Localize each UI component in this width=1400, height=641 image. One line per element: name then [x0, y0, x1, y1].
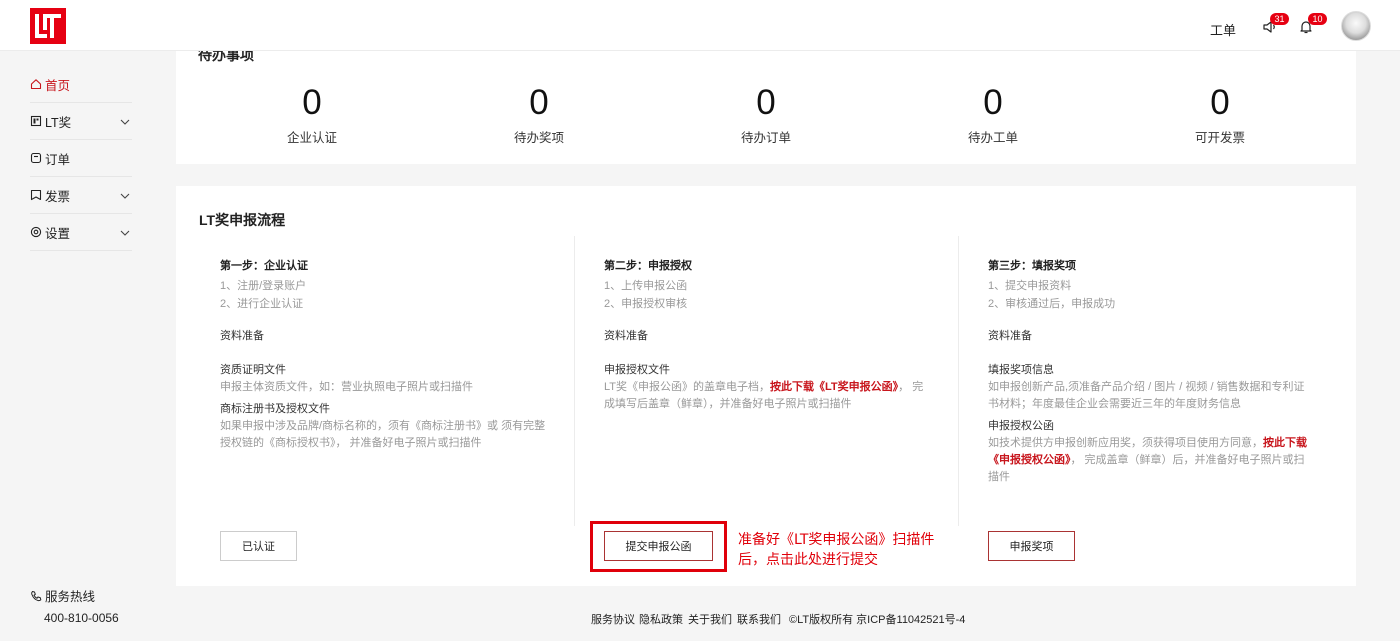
- step-line: 1、注册/登录账户: [220, 280, 307, 292]
- stat-label: 待办订单: [740, 131, 791, 145]
- doc-desc: 如申报创新产品,须准备产品介绍 / 图片 / 视频 / 销售数据和专利证书材料；…: [988, 381, 1305, 410]
- stat-value: 0: [1210, 83, 1230, 122]
- prep-heading: 资料准备: [220, 330, 264, 342]
- doc-desc: LT奖《申报公函》的盖章电子档，按此下载《LT奖申报公函》， 完成填写后盖章（鲜…: [604, 379, 926, 413]
- column-divider: [574, 236, 575, 526]
- certified-button[interactable]: 已认证: [220, 531, 297, 561]
- stat-value: 0: [983, 83, 1003, 122]
- annotation-line: 准备好《LT奖申报公函》扫描件: [738, 532, 935, 548]
- step-title: 第一步：企业认证: [220, 260, 308, 272]
- annotation-text: 准备好《LT奖申报公函》扫描件 后，点击此处进行提交: [738, 530, 958, 570]
- chevron-down-icon: [120, 230, 130, 236]
- notification-badge: 10: [1308, 13, 1327, 25]
- award-process-panel: LT奖申报流程 第一步：企业认证 1、注册/登录账户 2、进行企业认证 资料准备…: [176, 186, 1356, 586]
- sidebar-item-label: 订单: [45, 152, 71, 167]
- doc-desc-text: 如技术提供方申报创新应用奖，须获得项目使用方同意，: [988, 437, 1263, 449]
- doc-title: 申报授权文件: [604, 364, 670, 376]
- hotline-label-text: 服务热线: [45, 590, 96, 604]
- stat-invoices-available[interactable]: 0 可开发票: [1140, 84, 1300, 146]
- step-title: 第二步：申报授权: [604, 260, 692, 272]
- sidebar-item-label: 设置: [45, 226, 71, 241]
- announcement-badge: 31: [1270, 13, 1289, 25]
- stat-value: 0: [302, 83, 322, 122]
- stat-label: 待办工单: [967, 131, 1018, 145]
- sidebar-item-invoice[interactable]: 发票: [30, 177, 132, 214]
- sidebar-item-orders[interactable]: 订单: [30, 140, 132, 177]
- doc-title: 商标注册书及授权文件: [220, 403, 330, 415]
- highlight-box: [590, 521, 727, 572]
- stat-pending-orders[interactable]: 0 待办订单: [686, 84, 846, 146]
- sidebar-item-home[interactable]: 首页: [30, 66, 132, 103]
- chevron-down-icon: [120, 119, 130, 125]
- doc-title: 资质证明文件: [220, 364, 286, 376]
- doc-title: 申报授权公函: [988, 420, 1054, 432]
- lt-logo-icon: [35, 14, 61, 38]
- sidebar-item-label: 发票: [45, 189, 71, 204]
- apply-award-button[interactable]: 申报奖项: [988, 531, 1075, 561]
- hotline-number: 400-810-0056: [44, 611, 119, 625]
- prep-heading: 资料准备: [604, 330, 648, 342]
- step-2-column: 第二步：申报授权 1、上传申报公函 2、申报授权审核 资料准备 申报授权文件 L…: [604, 257, 926, 413]
- footer-link-contact[interactable]: 联系我们: [737, 611, 781, 627]
- stat-label: 待办奖项: [513, 131, 564, 145]
- step-3-column: 第三步：填报奖项 1、提交申报资料 2、审核通过后，申报成功 资料准备 填报奖项…: [988, 257, 1312, 486]
- step-line: 1、提交申报资料: [988, 280, 1072, 292]
- step-line: 2、申报授权审核: [604, 298, 688, 310]
- step-line: 2、审核通过后，申报成功: [988, 298, 1116, 310]
- sidebar-item-label: LT奖: [45, 115, 72, 130]
- sidebar-item-label: 首页: [45, 78, 71, 93]
- home-icon: [30, 79, 42, 90]
- download-letter-link[interactable]: 按此下载《LT奖申报公函》: [770, 381, 898, 393]
- process-title: LT奖申报流程: [199, 212, 286, 228]
- footer-link-about[interactable]: 关于我们: [688, 611, 732, 627]
- doc-desc: 如果申报中涉及品牌/商标名称的，须有《商标注册书》或 须有完整授权链的《商标授权…: [220, 420, 546, 449]
- column-divider: [958, 236, 959, 526]
- todo-panel: 待办事项 0 企业认证 0 待办奖项 0 待办订单 0 待办工单 0 可开发票: [176, 51, 1356, 164]
- step-line: 1、上传申报公函: [604, 280, 688, 292]
- stat-pending-awards[interactable]: 0 待办奖项: [459, 84, 619, 146]
- stat-label: 企业认证: [286, 131, 337, 145]
- doc-desc-text: LT奖《申报公函》的盖章电子档，: [604, 381, 771, 393]
- lt-logo[interactable]: [30, 8, 66, 44]
- footer-link-privacy[interactable]: 隐私政策: [639, 611, 683, 627]
- footer-link-terms[interactable]: 服务协议: [591, 611, 635, 627]
- stat-value: 0: [756, 83, 776, 122]
- phone-icon: [31, 590, 42, 601]
- sidebar-item-settings[interactable]: 设置: [30, 214, 132, 251]
- settings-icon: [30, 226, 42, 238]
- sidebar-item-lt-award[interactable]: LT奖: [30, 103, 132, 140]
- doc-desc: 如技术提供方申报创新应用奖，须获得项目使用方同意，按此下载《申报授权公函》， 完…: [988, 435, 1312, 486]
- user-avatar[interactable]: [1341, 11, 1371, 41]
- top-header: 工单 31 10: [0, 0, 1400, 51]
- doc-title: 填报奖项信息: [988, 364, 1054, 376]
- hotline-label: 服务热线: [30, 586, 95, 605]
- footer-copyright: ©LT版权所有 京ICP备11042521号-4: [789, 614, 966, 626]
- invoice-icon: [30, 189, 42, 201]
- sidebar: 首页 LT奖 订单 发票 设置: [0, 51, 160, 641]
- doc-desc: 申报主体资质文件，如：营业执照电子照片或扫描件: [220, 381, 473, 393]
- order-icon: [30, 152, 42, 164]
- step-1-column: 第一步：企业认证 1、注册/登录账户 2、进行企业认证 资料准备 资质证明文件 …: [220, 257, 550, 452]
- step-title: 第三步：填报奖项: [988, 260, 1076, 272]
- award-icon: [30, 115, 42, 127]
- stat-pending-tickets[interactable]: 0 待办工单: [913, 84, 1073, 146]
- stat-value: 0: [529, 83, 549, 122]
- stat-label: 可开发票: [1194, 131, 1245, 145]
- stat-enterprise-cert[interactable]: 0 企业认证: [232, 84, 392, 146]
- prep-heading: 资料准备: [988, 330, 1032, 342]
- chevron-down-icon: [120, 193, 130, 199]
- annotation-line: 后，点击此处进行提交: [738, 552, 878, 568]
- step-line: 2、进行企业认证: [220, 298, 304, 310]
- ticket-link[interactable]: 工单: [1210, 20, 1236, 39]
